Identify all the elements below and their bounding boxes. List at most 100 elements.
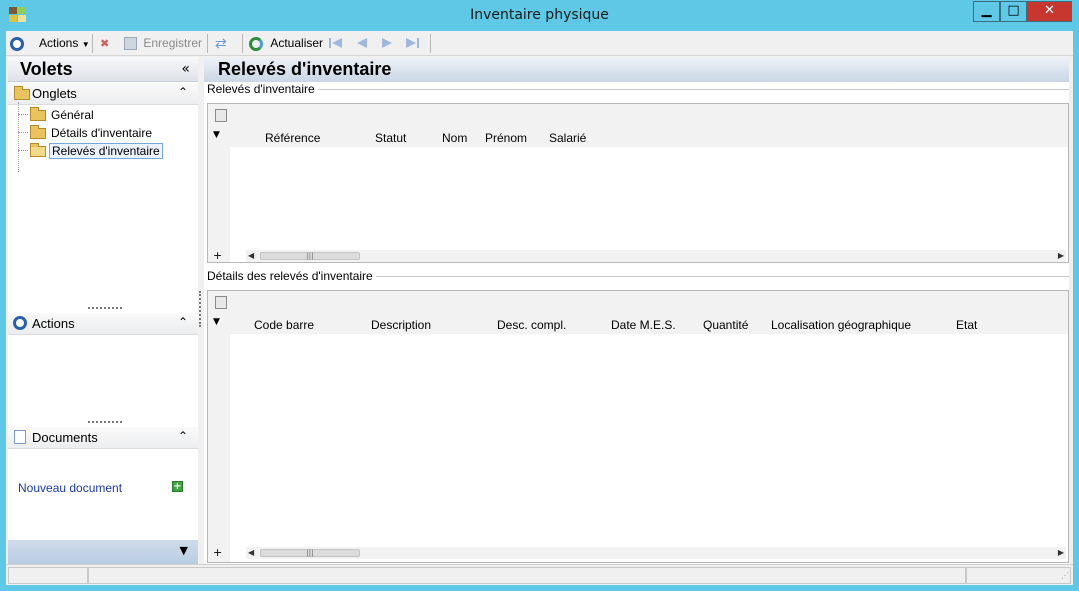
resize-grip-icon[interactable]: ⋰ <box>1061 571 1069 580</box>
refresh-label: Actualiser <box>270 36 324 50</box>
column-header[interactable]: Statut <box>375 131 406 145</box>
horizontal-scrollbar[interactable]: ◀ ||| ▶ <box>246 547 1066 559</box>
collapse-section-icon[interactable]: ⌃ <box>178 429 188 443</box>
open-folder-icon <box>30 143 46 157</box>
releves-grid: ▼ Référence Statut Nom Prénom Salarié + … <box>207 103 1069 263</box>
refresh-icon <box>249 36 263 51</box>
document-icon <box>14 430 26 444</box>
column-header[interactable]: Date M.E.S. <box>611 318 676 332</box>
column-header[interactable]: Quantité <box>703 318 748 332</box>
add-row-icon[interactable]: + <box>213 547 222 559</box>
first-record-icon[interactable] <box>328 36 344 50</box>
collapse-section-icon[interactable]: ⌃ <box>178 315 188 329</box>
scroll-left-icon[interactable]: ◀ <box>248 250 254 262</box>
tree-item-label: Détails d'inventaire <box>51 126 153 140</box>
grid-toolbar <box>208 104 1068 128</box>
folder-icon <box>14 86 30 100</box>
column-header[interactable]: Code barre <box>254 318 314 332</box>
page-title: Relevés d'inventaire <box>218 59 392 79</box>
window-title: Inventaire physique <box>470 7 609 23</box>
scroll-thumb[interactable]: ||| <box>260 252 360 260</box>
save-button[interactable]: Enregistrer <box>124 34 202 53</box>
toolbar-separator <box>430 34 431 53</box>
actions-section-header[interactable]: Actions ⌃ <box>8 313 198 335</box>
horizontal-scrollbar[interactable]: ◀ ||| ▶ <box>246 250 1066 262</box>
add-row-icon[interactable]: + <box>213 250 222 262</box>
splitter-grip[interactable] <box>88 307 122 310</box>
column-header[interactable]: Description <box>371 318 431 332</box>
toolbar-separator <box>242 34 243 53</box>
column-chooser-icon[interactable]: ▼ <box>213 130 220 140</box>
group-details-title: Détails des relevés d'inventaire <box>207 269 376 283</box>
tree-connector <box>18 102 28 172</box>
scroll-right-icon[interactable]: ▶ <box>1058 547 1064 559</box>
status-pane <box>88 567 966 584</box>
close-button[interactable]: ✕ <box>1027 1 1072 22</box>
grid-column-header: Code barre Description Desc. compl. Date… <box>230 315 1068 334</box>
splitter-grip[interactable] <box>88 421 122 424</box>
details-grid: ▼ Code barre Description Desc. compl. Da… <box>207 290 1069 563</box>
save-label: Enregistrer <box>143 36 203 50</box>
column-header[interactable]: Nom <box>442 131 467 145</box>
main-content: Relevés d'inventaire Relevés d'inventair… <box>204 57 1069 564</box>
grid-export-icon[interactable] <box>215 109 227 122</box>
status-pane <box>8 567 88 584</box>
next-record-icon[interactable] <box>379 36 395 50</box>
toolbar-separator <box>92 34 93 53</box>
refresh-button[interactable]: Actualiser <box>249 34 323 53</box>
title-bar[interactable]: Inventaire physique ▁ □ ✕ <box>0 0 1079 30</box>
new-document-link[interactable]: Nouveau document <box>18 481 122 495</box>
tree-item-label: Relevés d'inventaire <box>49 143 163 159</box>
client-area: Actions ▼ ✖ Enregistrer ⇄ Actualiser Vol… <box>6 31 1073 585</box>
scroll-right-icon[interactable]: ▶ <box>1058 250 1064 262</box>
collapse-section-icon[interactable]: ⌃ <box>178 85 188 99</box>
toolbar-separator <box>207 34 208 53</box>
minimize-button[interactable]: ▁ <box>973 1 1000 22</box>
status-bar: ⋰ <box>6 564 1073 585</box>
actions-section-label: Actions <box>32 316 75 331</box>
sync-icon: ⇄ <box>215 35 227 51</box>
chevron-down-icon[interactable]: ▼ <box>180 544 188 557</box>
vertical-splitter-grip[interactable] <box>199 291 201 327</box>
column-chooser-icon[interactable]: ▼ <box>213 317 220 327</box>
column-header[interactable]: Prénom <box>485 131 527 145</box>
documents-section-label: Documents <box>32 430 98 445</box>
collapse-panel-icon[interactable]: « <box>181 61 190 77</box>
scroll-thumb[interactable]: ||| <box>260 549 360 557</box>
main-toolbar: Actions ▼ ✖ Enregistrer ⇄ Actualiser <box>6 31 1073 56</box>
application-window: Inventaire physique ▁ □ ✕ Actions ▼ ✖ En… <box>0 0 1079 591</box>
grid-column-header: Référence Statut Nom Prénom Salarié <box>230 128 1068 147</box>
grid-row-header: ▼ <box>208 128 230 262</box>
column-header[interactable]: Salarié <box>549 131 586 145</box>
grid-export-icon[interactable] <box>215 296 227 309</box>
volets-title: Volets <box>20 59 73 79</box>
column-header[interactable]: Etat <box>956 318 977 332</box>
column-header[interactable]: Localisation géographique <box>771 318 911 332</box>
main-header: Relevés d'inventaire <box>204 57 1069 82</box>
save-icon <box>124 37 137 51</box>
tree-item-label: Général <box>51 108 94 122</box>
onglets-label: Onglets <box>32 86 77 101</box>
actions-menu-button[interactable]: Actions ▼ <box>39 34 90 53</box>
folder-icon <box>30 107 46 121</box>
add-icon[interactable]: + <box>172 481 183 492</box>
volets-header: Volets « <box>8 57 198 82</box>
delete-icon: ✖ <box>100 38 110 50</box>
status-pane <box>966 567 1071 584</box>
actions-icon[interactable] <box>10 34 24 53</box>
column-header[interactable]: Référence <box>265 131 320 145</box>
scroll-left-icon[interactable]: ◀ <box>248 547 254 559</box>
onglets-section-header[interactable]: Onglets ⌃ <box>8 83 198 105</box>
maximize-button[interactable]: □ <box>1000 1 1027 22</box>
sync-button[interactable]: ⇄ <box>215 34 227 53</box>
left-panel: Volets « Onglets ⌃ Général Détails d'inv… <box>8 57 198 564</box>
column-header[interactable]: Desc. compl. <box>497 318 566 332</box>
group-releves-title: Relevés d'inventaire <box>207 82 318 96</box>
actions-icon <box>13 316 27 330</box>
last-record-icon[interactable] <box>404 36 420 50</box>
grid-toolbar <box>208 291 1068 315</box>
delete-button[interactable]: ✖ <box>100 34 109 53</box>
panel-footer: ▼ <box>8 540 198 564</box>
previous-record-icon[interactable] <box>354 36 370 50</box>
documents-section-header[interactable]: Documents ⌃ <box>8 427 198 449</box>
